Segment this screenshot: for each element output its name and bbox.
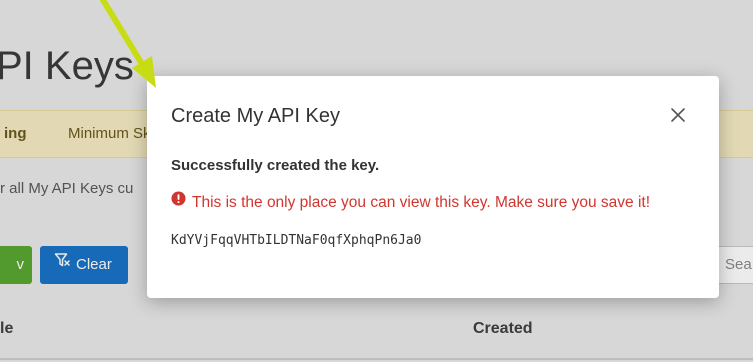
screen: PI Keys ing Minimum Sky r all My API Key…	[0, 0, 753, 362]
annotation-arrow-icon	[100, 0, 156, 88]
